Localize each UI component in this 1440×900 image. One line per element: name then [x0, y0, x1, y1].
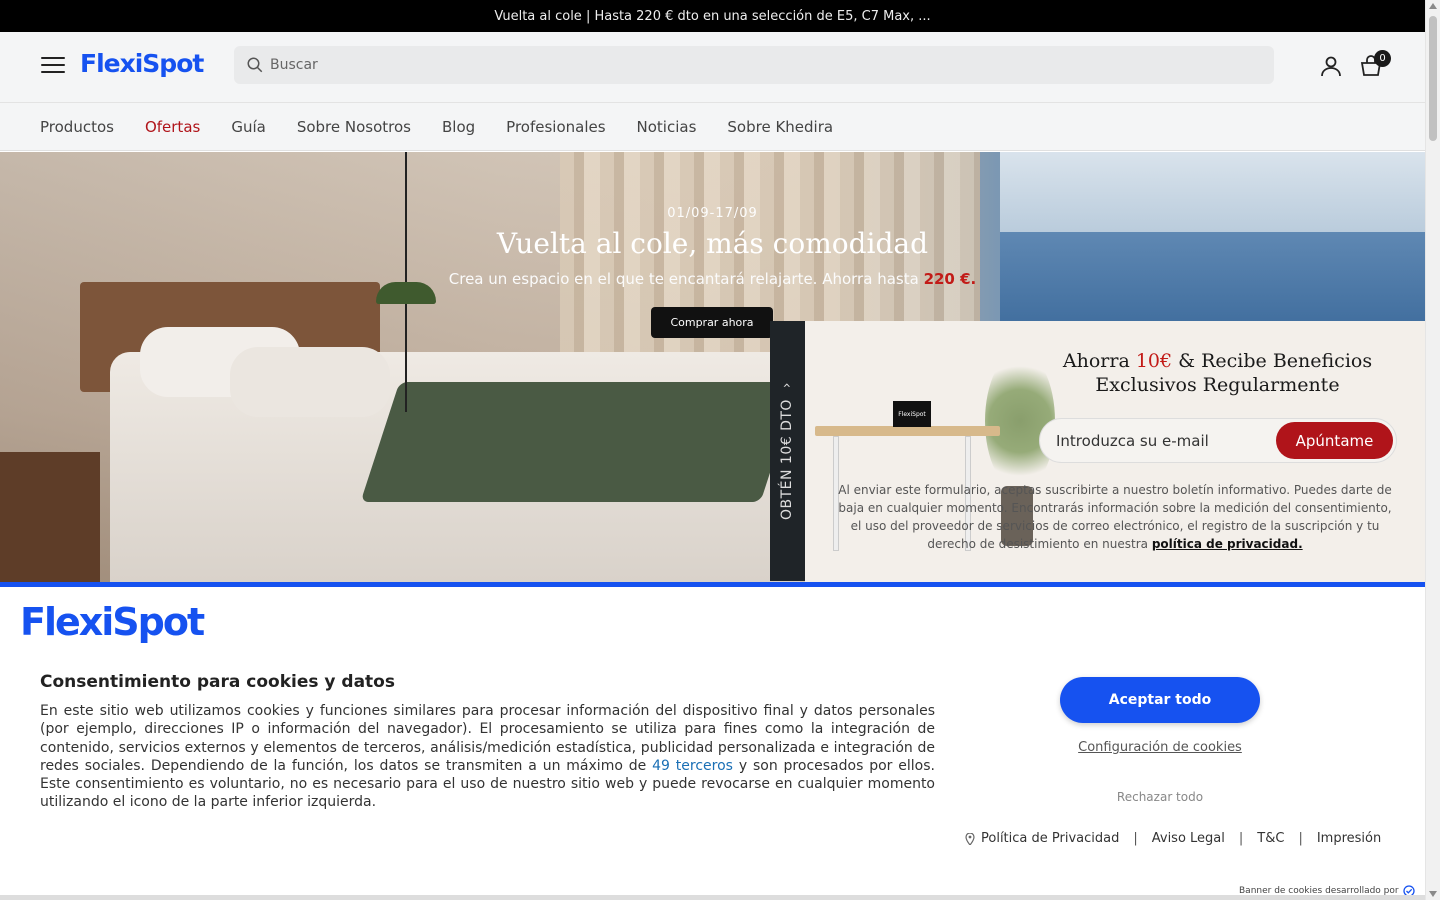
hero-image-pillow: [230, 347, 390, 417]
site-logo[interactable]: FlexiSpot: [80, 49, 204, 78]
nav-item-profesionales[interactable]: Profesionales: [506, 118, 605, 136]
search-icon: [247, 57, 263, 73]
nav-item-noticias[interactable]: Noticias: [637, 118, 697, 136]
reject-all-link[interactable]: Rechazar todo: [1060, 790, 1260, 804]
menu-icon[interactable]: [41, 57, 65, 75]
scrollbar-thumb[interactable]: [1429, 16, 1437, 141]
cookie-settings-link[interactable]: Configuración de cookies: [1060, 740, 1260, 755]
newsletter-form: Apúntame: [1039, 418, 1397, 463]
newsletter-email-input[interactable]: [1040, 431, 1270, 450]
announcement-text[interactable]: Vuelta al cole | Hasta 220 € dto en una …: [494, 9, 930, 24]
nav-item-guia[interactable]: Guía: [231, 118, 266, 136]
newsletter-legal-text: Al enviar este formulario, aceptas suscr…: [838, 483, 1392, 551]
cookie-banner-logo: FlexiSpot: [20, 600, 205, 644]
newsletter-submit-button[interactable]: Apúntame: [1276, 422, 1393, 459]
hero-date: 01/09-17/09: [667, 206, 758, 221]
search-bar[interactable]: [234, 46, 1274, 84]
location-pin-icon: [965, 832, 975, 845]
scroll-up-arrow-icon[interactable]: [1429, 3, 1437, 9]
cookie-footer-links: Política de Privacidad | Aviso Legal | T…: [965, 831, 1381, 846]
scroll-down-arrow-icon[interactable]: [1429, 891, 1437, 897]
search-input[interactable]: [270, 57, 1196, 73]
newsletter-tab[interactable]: OBTÉN 10€ DTO ›: [770, 321, 805, 581]
newsletter-image-desk: [815, 426, 1000, 436]
site-header: FlexiSpot: [0, 32, 1425, 103]
nav-item-sobre-nosotros[interactable]: Sobre Nosotros: [297, 118, 411, 136]
footer-link-imprint[interactable]: Impresión: [1317, 831, 1381, 846]
third-parties-link[interactable]: 49 terceros: [652, 758, 733, 774]
newsletter-title: Ahorra 10€ & Recibe Beneficios Exclusivo…: [1062, 350, 1373, 396]
hero-subtitle-text: Crea un espacio en el que te encantará r…: [448, 270, 919, 288]
cookie-banner-text: En este sitio web utilizamos cookies y f…: [40, 703, 935, 811]
hero-shop-button[interactable]: Comprar ahora: [651, 307, 773, 338]
nav-item-sobre-khedira[interactable]: Sobre Khedira: [727, 118, 833, 136]
cart-count-badge: 0: [1374, 50, 1391, 67]
hero-title: Vuelta al cole, más comodidad: [496, 227, 929, 260]
footer-link-terms[interactable]: T&C: [1257, 831, 1284, 846]
hero-image-blanket: [360, 382, 800, 502]
accept-all-button[interactable]: Aceptar todo: [1060, 677, 1260, 723]
nav-item-productos[interactable]: Productos: [40, 118, 114, 136]
hero-subtitle-highlight: 220 €.: [923, 270, 977, 288]
newsletter-panel: FlexiSpot Ahorra 10€ & Recibe Beneficios…: [805, 321, 1425, 583]
hero-subtitle: Crea un espacio en el que te encantará r…: [0, 270, 1425, 288]
page: Vuelta al cole | Hasta 220 € dto en una …: [0, 0, 1425, 900]
newsletter-tab-label: OBTÉN 10€ DTO ›: [779, 381, 796, 521]
footer-link-legal[interactable]: Aviso Legal: [1152, 831, 1225, 846]
main-nav: Productos Ofertas Guía Sobre Nosotros Bl…: [0, 103, 1425, 151]
cookie-banner: FlexiSpot Consentimiento para cookies y …: [0, 582, 1425, 897]
nav-item-blog[interactable]: Blog: [442, 118, 475, 136]
announcement-bar[interactable]: Vuelta al cole | Hasta 220 € dto en una …: [0, 0, 1425, 32]
nav-item-ofertas[interactable]: Ofertas: [145, 118, 200, 136]
chevron-right-icon: ›: [779, 381, 796, 389]
page-scrollbar[interactable]: [1425, 0, 1440, 900]
account-icon[interactable]: [1319, 54, 1343, 78]
cookie-banner-title: Consentimiento para cookies y datos: [40, 672, 395, 692]
privacy-policy-link[interactable]: política de privacidad.: [1152, 537, 1303, 551]
footer-link-privacy[interactable]: Política de Privacidad: [981, 831, 1119, 846]
page-bottom-strip: [0, 895, 1425, 900]
newsletter-image-monitor: FlexiSpot: [893, 401, 931, 427]
hero-image-nightstand: [0, 452, 100, 582]
